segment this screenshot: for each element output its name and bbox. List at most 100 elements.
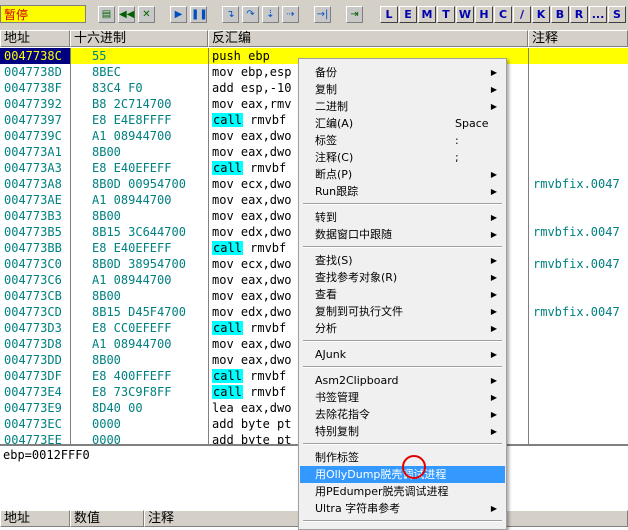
row-disasm: push ebp [212, 49, 270, 63]
row-disasm: add esp,-10 [212, 81, 292, 95]
menu-item-label: AJunk [315, 348, 347, 361]
column-header-disasm[interactable]: 反汇编 [208, 30, 528, 47]
menu-item[interactable]: 数据窗口中跟随 ▶ [300, 226, 505, 243]
menu-item-shortcut: : [455, 134, 459, 147]
menu-item[interactable]: 二进制 ▶ [300, 98, 505, 115]
toolbar-letter-button[interactable]: L [380, 6, 398, 23]
toolbar-letter-button[interactable]: B [551, 6, 569, 23]
toolbar-letter-button[interactable]: T [437, 6, 455, 23]
row-disasm: mov eax,dwo [212, 209, 292, 223]
menu-item[interactable]: 复制到可执行文件 ▶ [300, 303, 505, 320]
toolbar-letter-button[interactable]: R [570, 6, 588, 23]
submenu-arrow-icon: ▶ [490, 307, 497, 316]
menu-item-label: Run跟踪 [315, 185, 359, 198]
row-disasm: call rmvbf [212, 321, 287, 335]
menu-item[interactable]: 去除花指令 ▶ [300, 406, 505, 423]
menu-item[interactable]: Run跟踪 ▶ [300, 183, 505, 200]
menu-item[interactable]: 复制 ▶ [300, 81, 505, 98]
execute-till-return-icon[interactable]: →| [314, 6, 331, 23]
row-disasm: mov eax,dwo [212, 353, 292, 367]
play-icon[interactable]: ▶ [170, 6, 187, 23]
toolbar-letter-button[interactable]: / [513, 6, 531, 23]
menu-item[interactable]: 注释(C); [300, 149, 505, 166]
menu-item[interactable]: Asm2Clipboard ▶ [300, 372, 505, 389]
toolbar-letter-button[interactable]: E [399, 6, 417, 23]
menu-item[interactable]: 书签管理 ▶ [300, 389, 505, 406]
submenu-arrow-icon: ▶ [490, 230, 497, 239]
menu-item[interactable]: 断点(P) ▶ [300, 166, 505, 183]
row-disasm: mov eax,dwo [212, 289, 292, 303]
menu-item[interactable]: Ultra 字符串参考 ▶ [300, 500, 505, 517]
dump-header-address[interactable]: 地址 [0, 510, 70, 527]
submenu-arrow-icon: ▶ [490, 427, 497, 436]
menu-item-label: 用PEdumper脱壳调试进程 [315, 485, 449, 498]
menu-item[interactable]: 特别复制 ▶ [300, 423, 505, 440]
toolbar-letter-button[interactable]: W [456, 6, 474, 23]
pause-icon[interactable]: ❚❚ [190, 6, 208, 23]
toolbar-letter-button[interactable]: H [475, 6, 493, 23]
row-hex: E8 E40EFEFF [92, 241, 172, 255]
menu-item-label: Ultra 字符串参考 [315, 502, 401, 515]
menu-item-label: 特别复制 [315, 425, 359, 438]
row-disasm: call rmvbf [212, 385, 287, 399]
menu-item-label: 复制 [315, 83, 337, 96]
row-hex: 0000 [92, 417, 121, 431]
menu-item[interactable]: 分析 ▶ [300, 320, 505, 337]
row-hex: 8B0D 38954700 [92, 257, 186, 271]
cursor-highlight-circle [402, 455, 426, 479]
step-over-icon[interactable]: ↷ [242, 6, 259, 23]
menu-item[interactable]: AJunk ▶ [300, 346, 505, 363]
row-disasm: lea eax,dwo [212, 401, 292, 415]
trace-over-icon[interactable]: ⇢ [282, 6, 299, 23]
menu-item[interactable]: 查找参考对象(R) ▶ [300, 269, 505, 286]
column-divider [528, 48, 529, 444]
menu-item[interactable]: 用PEdumper脱壳调试进程 [300, 483, 505, 500]
menu-item[interactable]: 备份 ▶ [300, 64, 505, 81]
toolbar-letter-button[interactable]: M [418, 6, 436, 23]
goto-icon[interactable]: ⇥ [346, 6, 363, 23]
menu-item[interactable]: 查看 ▶ [300, 286, 505, 303]
open-icon[interactable]: ▤ [98, 6, 115, 23]
toolbar-letter-button[interactable]: S [608, 6, 626, 23]
toolbar-letter-button[interactable]: ... [589, 6, 607, 23]
row-address: 004773B3 [4, 209, 62, 223]
status-indicator: 暂停 [0, 5, 86, 23]
call-keyword: call [212, 369, 243, 383]
row-address: 0047738D [4, 65, 62, 79]
row-comment: rmvbfix.0047 [533, 305, 620, 319]
row-hex: 55 [92, 49, 107, 63]
submenu-arrow-icon: ▶ [490, 324, 497, 333]
row-hex: B8 2C714700 [92, 97, 172, 111]
toolbar-letter-button[interactable]: C [494, 6, 512, 23]
dump-header-value[interactable]: 数值 [70, 510, 144, 527]
toolbar-letter-button[interactable]: K [532, 6, 550, 23]
row-disasm: call rmvbf [212, 369, 287, 383]
row-address: 004773A1 [4, 145, 62, 159]
row-comment: rmvbfix.0047 [533, 177, 620, 191]
menu-separator [303, 340, 502, 342]
context-menu: 备份 ▶ 复制 ▶ 二进制 ▶ 汇编(A) Space 标签: 注释(C); 断点(P) ▶ Run跟踪… [298, 58, 507, 530]
rewind-icon[interactable]: ◀◀ [118, 6, 135, 23]
column-header-address[interactable]: 地址 [0, 30, 70, 47]
row-address: 004773E4 [4, 385, 62, 399]
step-into-icon[interactable]: ↴ [222, 6, 239, 23]
menu-item[interactable]: 转到 ▶ [300, 209, 505, 226]
row-hex: A1 08944700 [92, 337, 172, 351]
row-address: 0047738F [4, 81, 62, 95]
close-icon[interactable]: ✕ [138, 6, 155, 23]
row-disasm: call rmvbf [212, 113, 287, 127]
column-header-hex[interactable]: 十六进制 [70, 30, 208, 47]
menu-item-label: 书签管理 [315, 391, 359, 404]
menu-item[interactable]: 汇编(A) Space [300, 115, 505, 132]
menu-item[interactable]: 查找(S) ▶ [300, 252, 505, 269]
row-address: 00477397 [4, 113, 62, 127]
submenu-arrow-icon: ▶ [490, 170, 497, 179]
column-header-comment[interactable]: 注释 [528, 30, 628, 47]
call-keyword: call [212, 161, 243, 175]
menu-item[interactable]: 标签: [300, 132, 505, 149]
row-address: 004773A3 [4, 161, 62, 175]
submenu-arrow-icon: ▶ [490, 102, 497, 111]
row-disasm: mov ebp,esp [212, 65, 292, 79]
toolbar: 暂停 ▤ ◀◀ ✕ ▶ ❚❚ ↴ ↷ ⇣ ⇢ →| ⇥ L E M T W H C / K B R.… [0, 0, 628, 31]
trace-into-icon[interactable]: ⇣ [262, 6, 279, 23]
